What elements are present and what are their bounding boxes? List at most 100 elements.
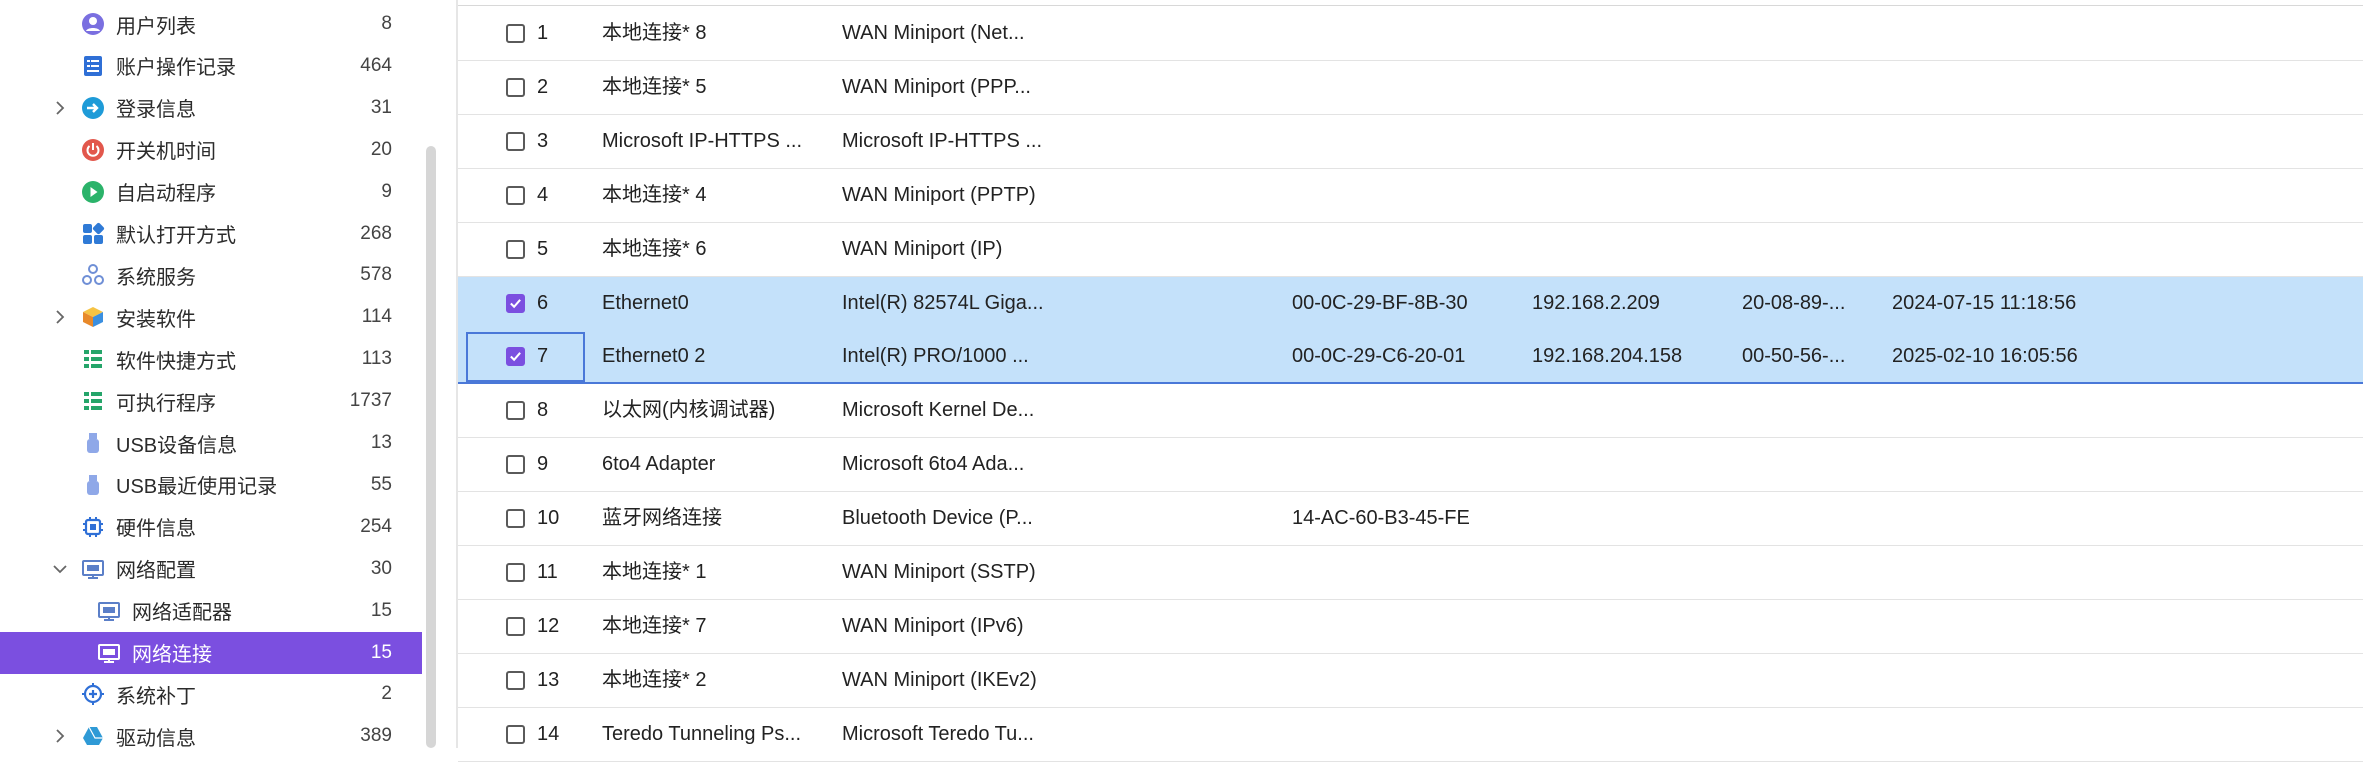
table-header-border xyxy=(458,5,2363,6)
sidebar-item-label: 登录信息 xyxy=(116,99,196,122)
sidebar-item[interactable]: USB设备信息 13 xyxy=(0,422,422,464)
table-row[interactable]: 14 Teredo Tunneling Ps... Microsoft Teredo… xyxy=(458,708,2363,762)
usb-icon xyxy=(81,431,105,455)
table-row[interactable]: 6 Ethernet0 Intel(R) 82574L Giga... 00-0C-2… xyxy=(458,276,2363,331)
sidebar-item-count: 268 xyxy=(360,222,392,244)
row-checkbox[interactable] xyxy=(506,616,525,636)
sidebar-item[interactable]: 网络配置 30 xyxy=(0,548,422,590)
sidebar-item-count: 113 xyxy=(361,348,392,370)
row-checkbox[interactable] xyxy=(506,563,525,582)
row-index-cell: 6 xyxy=(537,291,549,314)
services-icon xyxy=(81,263,105,287)
sidebar-item[interactable]: 系统服务 578 xyxy=(0,254,422,296)
connection-name-cell: Ethernet0 2 xyxy=(602,345,706,368)
chevron-right-icon[interactable] xyxy=(50,307,70,327)
row-index-cell: 3 xyxy=(537,129,549,152)
network-connection-icon xyxy=(97,641,121,665)
table-row[interactable]: 8 以太网(内核调试器) Microsoft Kernel De... xyxy=(458,384,2363,439)
sidebar-tree: 用户列表 8 账户操作记录 464 登录信息 31 开关机时间 20 自启动程序 9 默认打开方式 2… xyxy=(0,0,456,748)
device-name-cell: WAN Miniport (Net... xyxy=(842,22,1025,44)
sidebar-item[interactable]: 软件快捷方式 113 xyxy=(0,338,422,380)
row-checkbox[interactable] xyxy=(506,724,525,744)
sidebar-item-count: 30 xyxy=(370,557,392,579)
connection-name-cell: Ethernet0 xyxy=(602,291,689,314)
row-checkbox[interactable] xyxy=(506,670,525,690)
row-index-cell: 1 xyxy=(537,22,549,44)
table-row[interactable]: 4 本地连接* 4 WAN Miniport (PPTP) xyxy=(458,169,2363,223)
sidebar-item[interactable]: 系统补丁 2 xyxy=(0,673,422,715)
chevron-right-icon[interactable] xyxy=(50,726,70,746)
device-name-cell: Intel(R) 82574L Giga... xyxy=(842,291,1044,314)
row-checkbox[interactable] xyxy=(506,509,525,529)
sidebar-item-count: 8 xyxy=(381,13,392,34)
sidebar-item[interactable]: 硬件信息 254 xyxy=(0,506,422,548)
chevron-right-icon[interactable] xyxy=(50,98,70,118)
connection-name-cell: Teredo Tunneling Ps... xyxy=(602,722,802,745)
sidebar-item-count: 9 xyxy=(381,180,392,202)
row-checkbox[interactable] xyxy=(506,77,525,97)
sidebar-item-label: 系统服务 xyxy=(116,266,196,289)
sidebar-item[interactable]: 默认打开方式 268 xyxy=(0,213,422,255)
row-index-cell: 9 xyxy=(537,453,549,476)
sidebar-item[interactable]: 安装软件 114 xyxy=(0,296,422,338)
row-checkbox[interactable] xyxy=(506,401,525,421)
sidebar-item-count: 578 xyxy=(360,264,392,286)
gateway-mac-cell: 00-50-56-... xyxy=(1742,345,1846,368)
row-checkbox[interactable] xyxy=(506,24,525,43)
ip-address-cell: 192.168.2.209 xyxy=(1532,291,1660,314)
sidebar-item-label: 可执行程序 xyxy=(116,392,216,415)
sidebar-item[interactable]: USB最近使用记录 55 xyxy=(0,464,422,506)
row-checkbox[interactable] xyxy=(506,131,525,151)
sidebar-item[interactable]: 账户操作记录 464 xyxy=(0,45,422,87)
connection-name-cell: 以太网(内核调试器) xyxy=(602,399,776,422)
connection-name-cell: 本地连接* 7 xyxy=(602,614,707,637)
sidebar-item-count: 2 xyxy=(381,683,392,705)
table-row[interactable]: 3 Microsoft IP-HTTPS ... Microsoft IP-HTTP… xyxy=(458,115,2363,169)
shortcut-list-icon xyxy=(81,347,105,371)
device-name-cell: WAN Miniport (IKEv2) xyxy=(842,668,1037,691)
device-name-cell: Microsoft Teredo Tu... xyxy=(842,722,1034,745)
login-icon xyxy=(81,96,105,120)
ip-address-cell: 192.168.204.158 xyxy=(1532,345,1683,368)
row-checkbox[interactable] xyxy=(506,185,525,205)
sidebar-item[interactable]: 可执行程序 1737 xyxy=(0,380,422,422)
device-name-cell: Bluetooth Device (P... xyxy=(842,507,1033,530)
sidebar-item[interactable]: 网络适配器 15 xyxy=(0,590,422,632)
user-icon xyxy=(81,12,105,36)
connected-time-cell: 2025-02-10 16:05:56 xyxy=(1892,345,2078,368)
table-row[interactable]: 5 本地连接* 6 WAN Miniport (IP) xyxy=(458,223,2363,277)
row-checkbox[interactable] xyxy=(506,293,525,313)
sidebar-item-label: USB设备信息 xyxy=(116,434,238,457)
table-row[interactable]: 1 本地连接* 8 WAN Miniport (Net... xyxy=(458,7,2363,61)
table-row[interactable]: 7 Ethernet0 2 Intel(R) PRO/1000 ... 00-0C-2… xyxy=(458,330,2363,385)
chip-icon xyxy=(81,515,105,539)
table-row[interactable]: 13 本地连接* 2 WAN Miniport (IKEv2) xyxy=(458,654,2363,708)
gateway-mac-cell: 20-08-89-... xyxy=(1742,291,1846,314)
table-row[interactable]: 11 本地连接* 1 WAN Miniport (SSTP) xyxy=(458,546,2363,600)
sidebar-scrollbar[interactable] xyxy=(426,146,436,748)
sidebar-item[interactable]: 用户列表 8 xyxy=(0,3,422,45)
sidebar-item-label: 网络连接 xyxy=(132,644,212,666)
row-index-cell: 5 xyxy=(537,237,549,260)
sidebar-item-label: 硬件信息 xyxy=(116,518,196,541)
row-index-cell: 2 xyxy=(537,75,549,98)
chevron-down-icon[interactable] xyxy=(50,559,70,579)
sidebar-item-label: 软件快捷方式 xyxy=(116,350,236,373)
table-row[interactable]: 10 蓝牙网络连接 Bluetooth Device (P... 14-AC-60-B… xyxy=(458,492,2363,547)
row-checkbox[interactable] xyxy=(506,239,525,259)
play-icon xyxy=(81,180,105,204)
row-checkbox[interactable] xyxy=(506,455,525,475)
connection-name-cell: 本地连接* 8 xyxy=(602,22,707,44)
sidebar-item[interactable]: 登录信息 31 xyxy=(0,87,422,129)
executable-list-icon xyxy=(81,389,105,413)
row-index-cell: 4 xyxy=(537,183,549,206)
sidebar-item[interactable]: 开关机时间 20 xyxy=(0,129,422,171)
table-row[interactable]: 2 本地连接* 5 WAN Miniport (PPP... xyxy=(458,61,2363,115)
sidebar-item[interactable]: 网络连接 15 xyxy=(0,631,422,674)
sidebar-item[interactable]: 驱动信息 389 xyxy=(0,715,422,748)
sidebar-item[interactable]: 自启动程序 9 xyxy=(0,171,422,213)
sidebar-item-label: 默认打开方式 xyxy=(116,225,236,247)
table-row[interactable]: 12 本地连接* 7 WAN Miniport (IPv6) xyxy=(458,600,2363,654)
table-row[interactable]: 9 6to4 Adapter Microsoft 6to4 Ada... xyxy=(458,438,2363,493)
sidebar-item-label: 系统补丁 xyxy=(116,685,196,708)
